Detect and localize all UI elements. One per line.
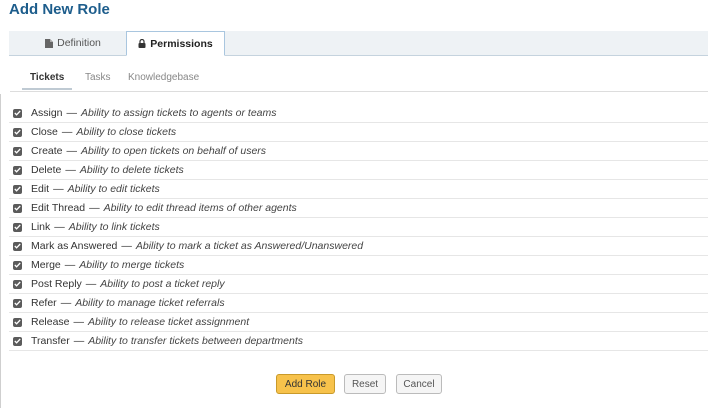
list-item: Delete — Ability to delete tickets bbox=[9, 161, 708, 180]
page-title: Add New Role bbox=[9, 1, 110, 18]
lock-icon bbox=[138, 39, 146, 48]
separator: — bbox=[89, 202, 100, 214]
permission-description: Ability to assign tickets to agents or t… bbox=[81, 107, 277, 119]
panel-left-border bbox=[0, 94, 1, 408]
permission-description: Ability to manage ticket referrals bbox=[75, 297, 225, 309]
main-tab-bar: Definition Permissions bbox=[9, 31, 708, 56]
permission-description: Ability to link tickets bbox=[68, 221, 160, 233]
checkmark-icon bbox=[14, 148, 21, 154]
separator: — bbox=[121, 240, 132, 252]
checkmark-icon bbox=[14, 338, 21, 344]
add-role-button[interactable]: Add Role bbox=[276, 374, 335, 394]
list-item: Edit — Ability to edit tickets bbox=[9, 180, 708, 199]
permission-checkbox[interactable] bbox=[13, 317, 22, 327]
separator: — bbox=[66, 107, 78, 119]
permission-description: Ability to close tickets bbox=[76, 126, 177, 138]
permission-list: Assign — Ability to assign tickets to ag… bbox=[9, 104, 708, 351]
subtab-tickets[interactable]: Tickets bbox=[21, 72, 73, 90]
checkmark-icon bbox=[14, 205, 21, 211]
checkmark-icon bbox=[14, 243, 21, 249]
permission-description: Ability to delete tickets bbox=[79, 164, 184, 176]
permission-name: Link bbox=[31, 221, 51, 233]
permission-name: Create bbox=[31, 145, 63, 157]
list-item: Link — Ability to link tickets bbox=[9, 218, 708, 237]
checkmark-icon bbox=[14, 300, 21, 306]
checkmark-icon bbox=[14, 281, 21, 287]
list-item: Assign — Ability to assign tickets to ag… bbox=[9, 104, 708, 123]
permission-checkbox[interactable] bbox=[13, 260, 22, 270]
list-item: Post Reply — Ability to post a ticket re… bbox=[9, 275, 708, 294]
permission-name: Mark as Answered bbox=[31, 240, 118, 252]
permission-description: Ability to open tickets on behalf of use… bbox=[81, 145, 267, 157]
separator: — bbox=[61, 126, 73, 138]
permission-checkbox[interactable] bbox=[13, 298, 22, 308]
permission-name: Release bbox=[31, 316, 70, 328]
permission-checkbox[interactable] bbox=[13, 203, 22, 213]
permission-checkbox[interactable] bbox=[13, 165, 22, 175]
checkmark-icon bbox=[14, 186, 21, 192]
checkmark-icon bbox=[14, 129, 21, 135]
subtab-knowledgebase[interactable]: Knowledgebase bbox=[128, 72, 199, 83]
list-item: Close — Ability to close tickets bbox=[9, 123, 708, 142]
permission-description: Ability to post a ticket reply bbox=[100, 278, 225, 290]
permission-description: Ability to merge tickets bbox=[79, 259, 185, 271]
permission-description: Ability to mark a ticket as Answered/Una… bbox=[135, 240, 364, 252]
separator: — bbox=[53, 183, 64, 195]
permission-name: Delete bbox=[31, 164, 62, 176]
reset-button[interactable]: Reset bbox=[344, 374, 386, 394]
permission-checkbox[interactable] bbox=[13, 184, 22, 194]
permission-checkbox[interactable] bbox=[13, 127, 22, 137]
tab-permissions[interactable]: Permissions bbox=[126, 31, 225, 56]
separator: — bbox=[65, 164, 76, 176]
list-item: Release — Ability to release ticket assi… bbox=[9, 313, 708, 332]
permission-name: Edit Thread bbox=[31, 202, 86, 214]
permission-description: Ability to edit thread items of other ag… bbox=[103, 202, 297, 214]
permission-description: Ability to edit tickets bbox=[67, 183, 160, 195]
subtab-tasks[interactable]: Tasks bbox=[85, 72, 111, 83]
permission-name: Refer bbox=[31, 297, 57, 309]
permission-name: Close bbox=[31, 126, 58, 138]
tab-permissions-label: Permissions bbox=[150, 37, 213, 50]
permission-checkbox[interactable] bbox=[13, 336, 22, 346]
form-actions: Add Role Reset Cancel bbox=[0, 374, 710, 394]
permission-subtabs: Tickets Tasks Knowledgebase bbox=[10, 69, 708, 92]
permission-description: Ability to release ticket assignment bbox=[88, 316, 250, 328]
separator: — bbox=[60, 297, 72, 309]
list-item: Edit Thread — Ability to edit thread ite… bbox=[9, 199, 708, 218]
separator: — bbox=[64, 259, 76, 271]
list-item: Create — Ability to open tickets on beha… bbox=[9, 142, 708, 161]
permission-checkbox[interactable] bbox=[13, 108, 22, 118]
permission-name: Transfer bbox=[31, 335, 70, 347]
cancel-button[interactable]: Cancel bbox=[396, 374, 442, 394]
list-item: Transfer — Ability to transfer tickets b… bbox=[9, 332, 708, 351]
permission-checkbox[interactable] bbox=[13, 241, 22, 251]
checkmark-icon bbox=[14, 110, 21, 116]
tab-definition[interactable]: Definition bbox=[19, 31, 127, 55]
separator: — bbox=[54, 221, 65, 233]
permission-name: Post Reply bbox=[31, 278, 82, 290]
list-item: Mark as Answered — Ability to mark a tic… bbox=[9, 237, 708, 256]
checkmark-icon bbox=[14, 262, 21, 268]
permission-checkbox[interactable] bbox=[13, 146, 22, 156]
checkmark-icon bbox=[14, 319, 21, 325]
permission-name: Merge bbox=[31, 259, 61, 271]
permission-checkbox[interactable] bbox=[13, 222, 22, 232]
separator: — bbox=[85, 278, 97, 290]
permission-name: Assign bbox=[31, 107, 63, 119]
permission-checkbox[interactable] bbox=[13, 279, 22, 289]
permission-description: Ability to transfer tickets between depa… bbox=[88, 335, 303, 347]
list-item: Refer — Ability to manage ticket referra… bbox=[9, 294, 708, 313]
separator: — bbox=[73, 316, 85, 328]
checkmark-icon bbox=[14, 167, 21, 173]
checkmark-icon bbox=[14, 224, 21, 230]
separator: — bbox=[66, 145, 78, 157]
tab-definition-label: Definition bbox=[57, 37, 101, 49]
list-item: Merge — Ability to merge tickets bbox=[9, 256, 708, 275]
document-icon bbox=[45, 38, 54, 48]
separator: — bbox=[73, 335, 85, 347]
permission-name: Edit bbox=[31, 183, 50, 195]
